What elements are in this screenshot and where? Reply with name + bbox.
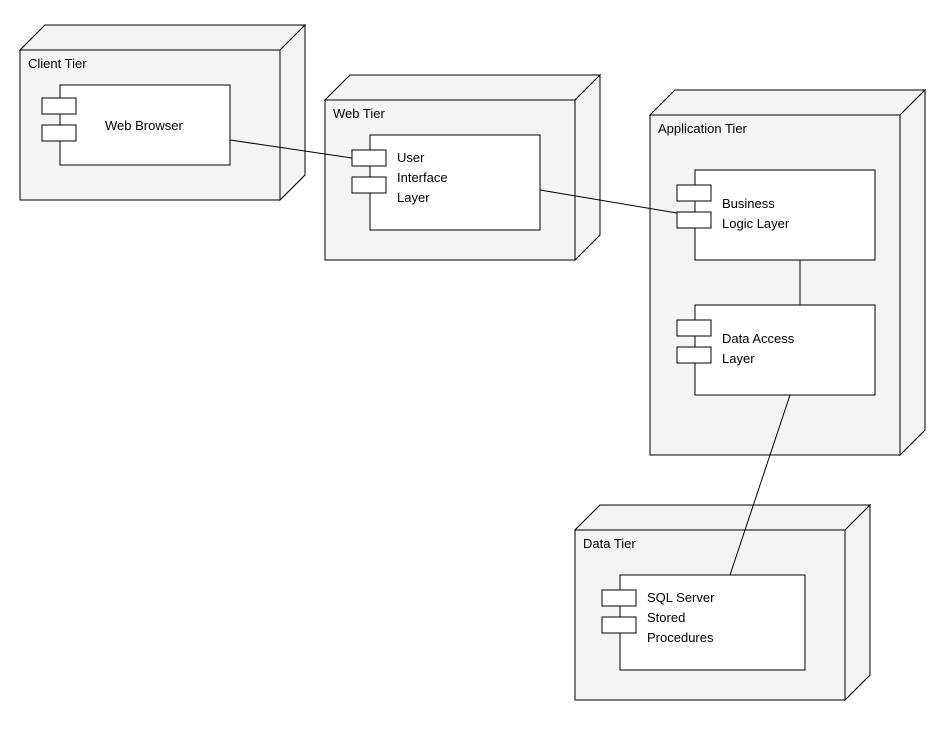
component-business-logic-layer: Business Logic Layer [677,170,875,260]
component-label: Web Browser [105,118,183,133]
node-web-tier: Web Tier User Interface Layer [325,75,600,260]
component-data-access-layer: Data Access Layer [677,305,875,395]
component-sql-server-stored-procedures: SQL Server Stored Procedures [602,575,805,670]
component-user-interface-layer: User Interface Layer [352,135,540,230]
component-label-line2: Stored [647,610,685,625]
node-label: Web Tier [333,106,385,121]
architecture-diagram: Client Tier Web Browser Web Tier User In… [0,0,932,732]
node-client-tier: Client Tier Web Browser [20,25,305,200]
component-web-browser: Web Browser [42,85,230,165]
component-label-line1: Data Access [722,331,795,346]
component-label-line2: Logic Layer [722,216,790,231]
component-label-line2: Interface [397,170,448,185]
component-label-line3: Procedures [647,630,714,645]
node-data-tier: Data Tier SQL Server Stored Procedures [575,505,870,700]
component-label-line3: Layer [397,190,430,205]
component-label-line1: SQL Server [647,590,715,605]
component-label-line2: Layer [722,351,755,366]
node-label: Data Tier [583,536,636,551]
node-application-tier: Application Tier Business Logic Layer Da… [650,90,925,455]
node-label: Client Tier [28,56,87,71]
component-label-line1: User [397,150,425,165]
component-label-line1: Business [722,196,775,211]
node-label: Application Tier [658,121,748,136]
